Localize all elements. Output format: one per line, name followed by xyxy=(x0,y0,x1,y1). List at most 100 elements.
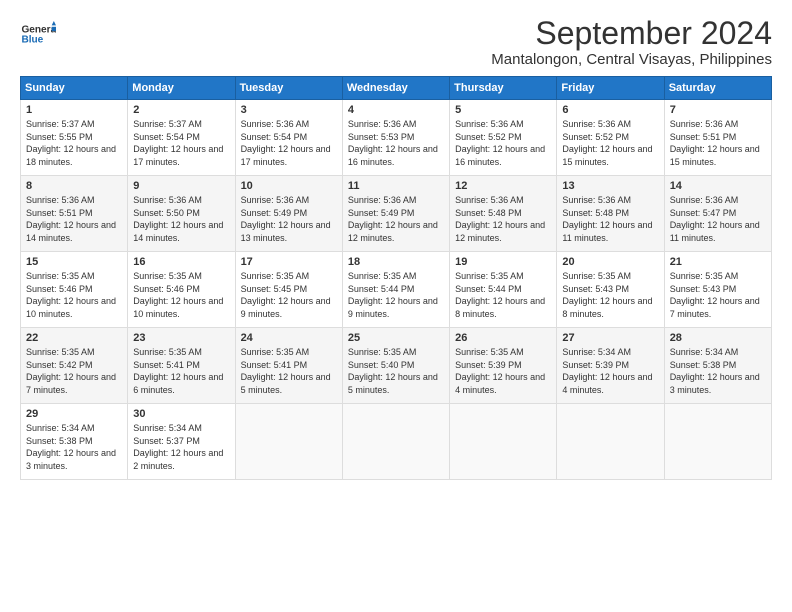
day-number: 5 xyxy=(455,104,551,116)
day-detail: Sunrise: 5:36 AMSunset: 5:48 PMDaylight:… xyxy=(562,194,658,244)
day-detail: Sunrise: 5:36 AMSunset: 5:47 PMDaylight:… xyxy=(670,194,766,244)
day-number: 22 xyxy=(26,332,122,344)
day-number: 20 xyxy=(562,256,658,268)
day-number: 26 xyxy=(455,332,551,344)
day-detail: Sunrise: 5:35 AMSunset: 5:44 PMDaylight:… xyxy=(455,270,551,320)
day-number: 1 xyxy=(26,104,122,116)
day-number: 7 xyxy=(670,104,766,116)
table-cell: 17 Sunrise: 5:35 AMSunset: 5:45 PMDaylig… xyxy=(235,252,342,328)
day-detail: Sunrise: 5:36 AMSunset: 5:52 PMDaylight:… xyxy=(562,118,658,168)
day-detail: Sunrise: 5:35 AMSunset: 5:46 PMDaylight:… xyxy=(133,270,229,320)
day-number: 9 xyxy=(133,180,229,192)
col-tuesday: Tuesday xyxy=(235,77,342,100)
table-cell xyxy=(342,404,449,480)
table-cell: 9 Sunrise: 5:36 AMSunset: 5:50 PMDayligh… xyxy=(128,176,235,252)
day-number: 21 xyxy=(670,256,766,268)
day-number: 8 xyxy=(26,180,122,192)
table-cell: 19 Sunrise: 5:35 AMSunset: 5:44 PMDaylig… xyxy=(450,252,557,328)
day-detail: Sunrise: 5:34 AMSunset: 5:39 PMDaylight:… xyxy=(562,346,658,396)
col-friday: Friday xyxy=(557,77,664,100)
day-detail: Sunrise: 5:36 AMSunset: 5:49 PMDaylight:… xyxy=(348,194,444,244)
day-number: 25 xyxy=(348,332,444,344)
table-cell: 7 Sunrise: 5:36 AMSunset: 5:51 PMDayligh… xyxy=(664,100,771,176)
day-detail: Sunrise: 5:36 AMSunset: 5:48 PMDaylight:… xyxy=(455,194,551,244)
table-cell: 18 Sunrise: 5:35 AMSunset: 5:44 PMDaylig… xyxy=(342,252,449,328)
day-number: 2 xyxy=(133,104,229,116)
day-number: 11 xyxy=(348,180,444,192)
day-detail: Sunrise: 5:35 AMSunset: 5:46 PMDaylight:… xyxy=(26,270,122,320)
page-container: General Blue September 2024 Mantalongon,… xyxy=(0,0,792,490)
day-detail: Sunrise: 5:34 AMSunset: 5:38 PMDaylight:… xyxy=(670,346,766,396)
svg-text:General: General xyxy=(21,25,56,36)
table-cell: 3 Sunrise: 5:36 AMSunset: 5:54 PMDayligh… xyxy=(235,100,342,176)
day-number: 24 xyxy=(241,332,337,344)
table-cell xyxy=(450,404,557,480)
day-detail: Sunrise: 5:36 AMSunset: 5:51 PMDaylight:… xyxy=(670,118,766,168)
table-cell: 10 Sunrise: 5:36 AMSunset: 5:49 PMDaylig… xyxy=(235,176,342,252)
table-cell: 11 Sunrise: 5:36 AMSunset: 5:49 PMDaylig… xyxy=(342,176,449,252)
table-cell: 12 Sunrise: 5:36 AMSunset: 5:48 PMDaylig… xyxy=(450,176,557,252)
day-detail: Sunrise: 5:34 AMSunset: 5:37 PMDaylight:… xyxy=(133,422,229,472)
day-detail: Sunrise: 5:36 AMSunset: 5:49 PMDaylight:… xyxy=(241,194,337,244)
day-detail: Sunrise: 5:36 AMSunset: 5:53 PMDaylight:… xyxy=(348,118,444,168)
col-monday: Monday xyxy=(128,77,235,100)
table-cell: 4 Sunrise: 5:36 AMSunset: 5:53 PMDayligh… xyxy=(342,100,449,176)
table-cell: 6 Sunrise: 5:36 AMSunset: 5:52 PMDayligh… xyxy=(557,100,664,176)
day-number: 3 xyxy=(241,104,337,116)
table-cell: 26 Sunrise: 5:35 AMSunset: 5:39 PMDaylig… xyxy=(450,328,557,404)
day-number: 23 xyxy=(133,332,229,344)
day-detail: Sunrise: 5:35 AMSunset: 5:43 PMDaylight:… xyxy=(562,270,658,320)
day-detail: Sunrise: 5:35 AMSunset: 5:41 PMDaylight:… xyxy=(133,346,229,396)
day-detail: Sunrise: 5:35 AMSunset: 5:40 PMDaylight:… xyxy=(348,346,444,396)
day-detail: Sunrise: 5:37 AMSunset: 5:55 PMDaylight:… xyxy=(26,118,122,168)
table-cell: 13 Sunrise: 5:36 AMSunset: 5:48 PMDaylig… xyxy=(557,176,664,252)
table-cell xyxy=(664,404,771,480)
title-block: September 2024 Mantalongon, Central Visa… xyxy=(491,16,772,68)
table-cell: 23 Sunrise: 5:35 AMSunset: 5:41 PMDaylig… xyxy=(128,328,235,404)
table-cell: 15 Sunrise: 5:35 AMSunset: 5:46 PMDaylig… xyxy=(21,252,128,328)
day-detail: Sunrise: 5:35 AMSunset: 5:43 PMDaylight:… xyxy=(670,270,766,320)
day-detail: Sunrise: 5:36 AMSunset: 5:54 PMDaylight:… xyxy=(241,118,337,168)
table-cell: 14 Sunrise: 5:36 AMSunset: 5:47 PMDaylig… xyxy=(664,176,771,252)
logo-icon: General Blue xyxy=(20,16,56,52)
day-number: 15 xyxy=(26,256,122,268)
table-cell: 27 Sunrise: 5:34 AMSunset: 5:39 PMDaylig… xyxy=(557,328,664,404)
table-cell xyxy=(235,404,342,480)
day-number: 13 xyxy=(562,180,658,192)
table-cell: 2 Sunrise: 5:37 AMSunset: 5:54 PMDayligh… xyxy=(128,100,235,176)
table-cell: 25 Sunrise: 5:35 AMSunset: 5:40 PMDaylig… xyxy=(342,328,449,404)
table-cell: 1 Sunrise: 5:37 AMSunset: 5:55 PMDayligh… xyxy=(21,100,128,176)
day-number: 17 xyxy=(241,256,337,268)
day-number: 12 xyxy=(455,180,551,192)
table-cell: 30 Sunrise: 5:34 AMSunset: 5:37 PMDaylig… xyxy=(128,404,235,480)
table-cell: 22 Sunrise: 5:35 AMSunset: 5:42 PMDaylig… xyxy=(21,328,128,404)
day-number: 29 xyxy=(26,408,122,420)
day-detail: Sunrise: 5:35 AMSunset: 5:39 PMDaylight:… xyxy=(455,346,551,396)
table-cell xyxy=(557,404,664,480)
col-wednesday: Wednesday xyxy=(342,77,449,100)
day-detail: Sunrise: 5:35 AMSunset: 5:42 PMDaylight:… xyxy=(26,346,122,396)
col-saturday: Saturday xyxy=(664,77,771,100)
day-number: 10 xyxy=(241,180,337,192)
day-number: 4 xyxy=(348,104,444,116)
location-title: Mantalongon, Central Visayas, Philippine… xyxy=(491,51,772,68)
table-cell: 21 Sunrise: 5:35 AMSunset: 5:43 PMDaylig… xyxy=(664,252,771,328)
day-detail: Sunrise: 5:36 AMSunset: 5:52 PMDaylight:… xyxy=(455,118,551,168)
day-detail: Sunrise: 5:37 AMSunset: 5:54 PMDaylight:… xyxy=(133,118,229,168)
col-thursday: Thursday xyxy=(450,77,557,100)
day-number: 28 xyxy=(670,332,766,344)
day-number: 14 xyxy=(670,180,766,192)
day-detail: Sunrise: 5:36 AMSunset: 5:51 PMDaylight:… xyxy=(26,194,122,244)
day-detail: Sunrise: 5:34 AMSunset: 5:38 PMDaylight:… xyxy=(26,422,122,472)
day-number: 19 xyxy=(455,256,551,268)
svg-text:Blue: Blue xyxy=(21,35,43,46)
table-cell: 28 Sunrise: 5:34 AMSunset: 5:38 PMDaylig… xyxy=(664,328,771,404)
col-sunday: Sunday xyxy=(21,77,128,100)
table-cell: 5 Sunrise: 5:36 AMSunset: 5:52 PMDayligh… xyxy=(450,100,557,176)
day-detail: Sunrise: 5:36 AMSunset: 5:50 PMDaylight:… xyxy=(133,194,229,244)
day-number: 18 xyxy=(348,256,444,268)
table-cell: 20 Sunrise: 5:35 AMSunset: 5:43 PMDaylig… xyxy=(557,252,664,328)
month-title: September 2024 xyxy=(491,16,772,51)
day-number: 30 xyxy=(133,408,229,420)
day-detail: Sunrise: 5:35 AMSunset: 5:44 PMDaylight:… xyxy=(348,270,444,320)
